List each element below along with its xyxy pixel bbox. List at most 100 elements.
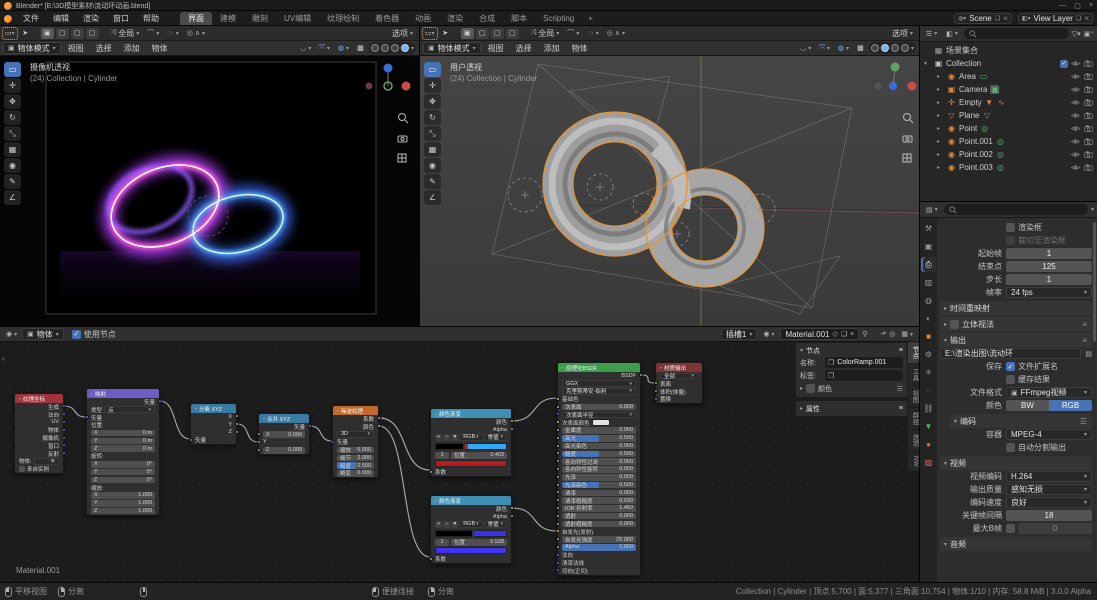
material-slot-select[interactable]: 插槽1 ▾ bbox=[720, 328, 758, 340]
sidebar-tab-节点[interactable]: 节点 bbox=[908, 342, 919, 363]
material-name-field[interactable]: Material.001 ◇ ❏ × bbox=[780, 328, 860, 340]
input-socket[interactable] bbox=[555, 396, 560, 401]
input-socket[interactable] bbox=[555, 568, 560, 573]
value-field[interactable]: 各向异性过滤 0.000 bbox=[562, 458, 636, 465]
ramp-add-button[interactable]: + bbox=[435, 521, 443, 528]
value-field[interactable]: 透射粗糙度 0.000 bbox=[562, 520, 636, 528]
outliner-collection-row[interactable]: ▾ ▣ Collection ✓ bbox=[920, 57, 1097, 70]
section-视频[interactable]: ▾ 视频 bbox=[940, 456, 1092, 470]
input-socket[interactable] bbox=[555, 427, 560, 432]
value-field[interactable]: Alpha 1.000 bbox=[562, 544, 636, 551]
value-field[interactable]: 畸变 0.000 bbox=[337, 470, 374, 477]
input-socket[interactable] bbox=[256, 432, 261, 437]
input-socket[interactable] bbox=[256, 439, 261, 444]
node-name-field[interactable]: ❒ ColorRamp.001 bbox=[825, 357, 903, 368]
node-principled-bsdf[interactable]: ▾ 原理化BSDF BSDF GGX ▾ 克里斯蒂安-伯利 ▾ 基础色 次表面 0.000 次表面半… bbox=[555, 362, 643, 576]
workspace-tab-UV编辑[interactable]: UV编辑 bbox=[276, 12, 319, 25]
outliner-item-Point[interactable]: ▸ ◉ Point ◎ bbox=[920, 122, 1097, 135]
shading-options-icon[interactable]: ▾ bbox=[411, 45, 414, 52]
section-编码[interactable]: ▾ 编码 ☰ bbox=[950, 414, 1092, 428]
node-canvas[interactable]: ‹ Material.001 ▾ 节点 ≡ 名称: ❒ ColorRamp.00… bbox=[0, 342, 919, 583]
select-extend-button[interactable]: ▢ bbox=[55, 27, 69, 39]
outliner-item-Camera[interactable]: ▸ ▣ Camera ▣ bbox=[920, 83, 1097, 96]
input-socket[interactable] bbox=[555, 466, 560, 471]
unlink-material-icon[interactable]: × bbox=[850, 331, 854, 338]
move-tool[interactable]: ✥ bbox=[424, 94, 441, 109]
ramp-add-button[interactable]: + bbox=[435, 434, 443, 441]
panel-menu-icon[interactable]: ≡ bbox=[1082, 336, 1088, 345]
properties-search-input[interactable] bbox=[943, 204, 1088, 215]
value-field[interactable]: 细节 2.000 bbox=[337, 454, 374, 462]
value-field[interactable]: X 1.000 bbox=[91, 492, 155, 499]
input-socket[interactable] bbox=[555, 513, 560, 518]
input-socket[interactable] bbox=[555, 521, 560, 526]
shading-wireframe-button[interactable] bbox=[370, 44, 379, 52]
cursor-tool-button[interactable]: ➤ bbox=[19, 28, 32, 39]
node-noise-texture[interactable]: ▾ 噪波纹理 系数 颜色 3D ▾ 矢量 缩放 5.000 细节 2.000 糙度 0.500 畸变 0.0… bbox=[330, 405, 381, 479]
snap-toggle[interactable]: ⌒ ▾ bbox=[144, 28, 162, 39]
mode-select[interactable]: ▣ 物体模式 ▾ bbox=[423, 42, 481, 54]
editor-type-icon[interactable]: ◉ ▾ bbox=[3, 329, 20, 340]
node-header[interactable]: ▾ 分离 XYZ bbox=[191, 404, 236, 413]
interpolation-select[interactable]: 常值 ▾ bbox=[483, 521, 508, 528]
hide-icon[interactable] bbox=[1071, 60, 1080, 67]
color-subpanel[interactable]: ▸ 颜色 ☰ bbox=[800, 382, 903, 395]
copy-scene-icon[interactable]: ❏ bbox=[995, 15, 1000, 22]
properties-tab-texture[interactable]: ▨ bbox=[921, 455, 936, 470]
properties-scrollbar[interactable] bbox=[1093, 222, 1096, 342]
outliner-search-input[interactable] bbox=[963, 28, 1069, 39]
menu-帮助[interactable]: 帮助 bbox=[136, 13, 166, 24]
copy-view-layer-icon[interactable]: ❏ bbox=[1076, 15, 1081, 22]
overlays-dropdown[interactable]: ◍ ▾ bbox=[835, 43, 852, 54]
minimize-button[interactable]: — bbox=[1059, 2, 1066, 10]
value-field[interactable]: 自发光强度 25.000 bbox=[562, 536, 636, 543]
disclosure-icon[interactable]: ▸ bbox=[937, 86, 944, 93]
disclosure-icon[interactable]: ▸ bbox=[937, 99, 944, 106]
input-socket[interactable] bbox=[555, 505, 560, 510]
browse-material-icon[interactable]: ◉ ▾ bbox=[760, 329, 777, 340]
node-texture-coordinate[interactable]: ▾ 纹理坐标 生成 法向 UV 物体 摄像机 窗口 反射 物体: ◉ 来自实例 bbox=[14, 393, 66, 475]
color-mode-select[interactable]: RGB ▾ bbox=[459, 521, 483, 528]
render-visibility-icon[interactable] bbox=[1084, 125, 1093, 132]
xray-toggle-button[interactable]: ▩ bbox=[354, 43, 367, 54]
panel-menu-icon[interactable]: ☰ bbox=[1080, 417, 1088, 426]
measure-tool[interactable]: ∠ bbox=[4, 190, 21, 205]
toolbar-collapse-icon[interactable]: ‹ bbox=[2, 354, 5, 363]
properties-tab-constraints[interactable]: ⛓ bbox=[921, 401, 936, 416]
output-socket[interactable] bbox=[61, 412, 66, 417]
value-field[interactable]: 透射 0.000 bbox=[562, 512, 636, 520]
node-mapping[interactable]: ▾ 映射 矢量 类型点 ▾ 矢量 位置: X 0 mY0 mZ0 m 旋转: X 0° Y 0° Z 0° 缩放… bbox=[84, 388, 162, 516]
workspace-tab-雕刻[interactable]: 雕刻 bbox=[244, 12, 276, 25]
properties-tab-world[interactable]: ◐ bbox=[921, 311, 936, 326]
color-mode-select[interactable]: RGB ▾ bbox=[459, 434, 483, 441]
checkbox-渲染框[interactable] bbox=[1006, 223, 1015, 232]
orientation-select[interactable]: ⤨ 全局 ▾ bbox=[108, 28, 143, 39]
hide-icon[interactable] bbox=[1071, 125, 1080, 132]
value-field[interactable]: X 0° bbox=[91, 461, 155, 468]
disclosure-icon[interactable]: ▸ bbox=[937, 138, 944, 145]
input-socket[interactable] bbox=[555, 412, 560, 417]
value-field[interactable]: 高光 0.500 bbox=[562, 435, 636, 442]
mode-select[interactable]: ▣ 物体模式 ▾ bbox=[3, 42, 61, 54]
snap-icon[interactable]: ◎ bbox=[889, 330, 895, 338]
active-tool-button[interactable]: ▭ ▾ bbox=[422, 26, 438, 40]
checkbox-裁切至渲染框[interactable] bbox=[1006, 236, 1015, 245]
outliner-item-Point.003[interactable]: ▸ ◉ Point.003 ◎ bbox=[920, 161, 1097, 174]
field-关键帧间隔[interactable]: 18 bbox=[1006, 510, 1092, 521]
shading-material-preview-button[interactable] bbox=[890, 44, 899, 52]
output-socket[interactable] bbox=[376, 424, 381, 429]
workspace-tab-渲染[interactable]: 渲染 bbox=[439, 12, 471, 25]
color-presets-icon[interactable]: ☰ bbox=[897, 385, 903, 393]
render-visibility-icon[interactable] bbox=[1084, 60, 1093, 67]
object-visibility-dropdown[interactable]: ◡ ▾ bbox=[297, 43, 314, 54]
input-socket[interactable] bbox=[555, 451, 560, 456]
output-socket[interactable] bbox=[61, 435, 66, 440]
scale-tool[interactable]: ⤡ bbox=[424, 126, 441, 141]
value-field[interactable]: 金属度 0.000 bbox=[562, 427, 636, 434]
panel-expand-icon[interactable]: ▾ bbox=[800, 347, 803, 354]
checkbox-缓存结果[interactable] bbox=[1006, 375, 1015, 384]
value-field[interactable]: 次表面 0.000 bbox=[562, 403, 636, 411]
viewport-menu-添加[interactable]: 添加 bbox=[119, 43, 145, 54]
menu-文件[interactable]: 文件 bbox=[16, 13, 46, 24]
input-socket[interactable] bbox=[653, 388, 658, 393]
